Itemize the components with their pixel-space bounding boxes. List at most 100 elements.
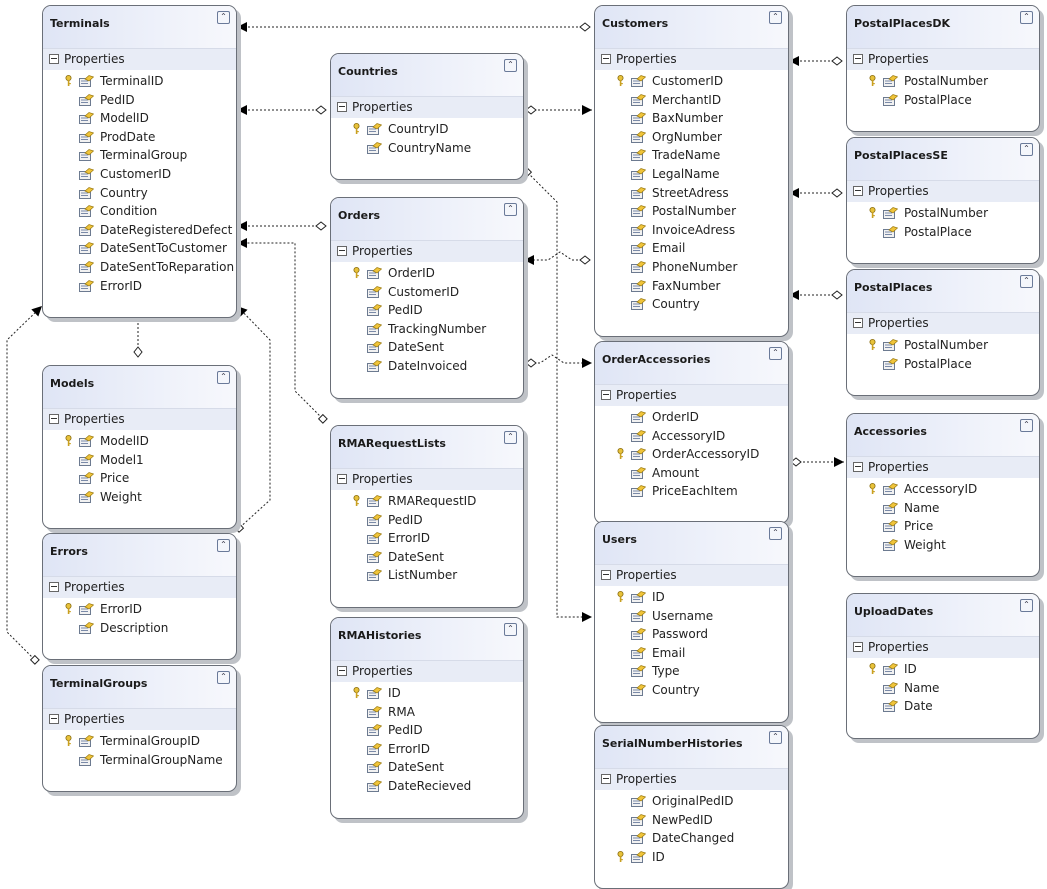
properties-section-header[interactable]: Properties bbox=[595, 384, 788, 406]
association-orders-terminals[interactable] bbox=[237, 221, 327, 231]
properties-section-header[interactable]: Properties bbox=[847, 48, 1039, 70]
property-row[interactable]: TradeName bbox=[595, 147, 788, 166]
collapse-minus-icon[interactable] bbox=[601, 390, 611, 400]
entity-accessories[interactable]: Accessories ⌃ Properties AccessoryID Name… bbox=[846, 413, 1040, 578]
association-terminalgroups-terminals[interactable] bbox=[6, 302, 45, 665]
entity-header[interactable]: PostalPlacesDK ⌃ bbox=[847, 6, 1039, 48]
association-errors-terminals[interactable] bbox=[233, 303, 271, 533]
entity-postalplacesdk[interactable]: PostalPlacesDK ⌃ Properties PostalNumber… bbox=[846, 5, 1040, 133]
collapse-minus-icon[interactable] bbox=[601, 54, 611, 64]
property-row[interactable]: PostalNumber bbox=[847, 337, 1039, 356]
association-orderaccessories-accessories[interactable] bbox=[790, 457, 844, 467]
entity-header[interactable]: RMARequestLists ⌃ bbox=[331, 426, 523, 468]
property-row[interactable]: TerminalGroup bbox=[43, 147, 236, 166]
collapse-minus-icon[interactable] bbox=[853, 642, 863, 652]
entity-errors[interactable]: Errors ⌃ Properties ErrorID Description bbox=[42, 533, 237, 661]
property-row[interactable]: PriceEachItem bbox=[595, 483, 788, 502]
property-row[interactable]: CustomerID bbox=[331, 284, 523, 303]
property-row[interactable]: DateRegisteredDefect bbox=[43, 222, 236, 241]
collapse-minus-icon[interactable] bbox=[49, 54, 59, 64]
entity-header[interactable]: Countries ⌃ bbox=[331, 54, 523, 96]
entity-header[interactable]: Accessories ⌃ bbox=[847, 414, 1039, 456]
collapse-icon[interactable]: ⌃ bbox=[769, 11, 782, 24]
collapse-icon[interactable]: ⌃ bbox=[504, 59, 517, 72]
property-row[interactable]: TerminalID bbox=[43, 73, 236, 92]
property-row[interactable]: ID bbox=[595, 849, 788, 868]
collapse-minus-icon[interactable] bbox=[337, 102, 347, 112]
property-row[interactable]: Model1 bbox=[43, 452, 236, 471]
association-rmarequestlists-terminals[interactable] bbox=[237, 238, 328, 424]
property-row[interactable]: PedID bbox=[43, 92, 236, 111]
property-row[interactable]: TrackingNumber bbox=[331, 321, 523, 340]
entity-header[interactable]: UploadDates ⌃ bbox=[847, 594, 1039, 636]
collapse-icon[interactable]: ⌃ bbox=[1020, 143, 1033, 156]
entity-header[interactable]: Errors ⌃ bbox=[43, 534, 236, 576]
property-row[interactable]: Price bbox=[43, 470, 236, 489]
entity-countries[interactable]: Countries ⌃ Properties CountryID CountryN… bbox=[330, 53, 524, 181]
collapse-icon[interactable]: ⌃ bbox=[217, 371, 230, 384]
property-row[interactable]: Weight bbox=[43, 489, 236, 508]
properties-section-header[interactable]: Properties bbox=[847, 636, 1039, 658]
properties-section-header[interactable]: Properties bbox=[595, 564, 788, 586]
entity-postalplaces[interactable]: PostalPlaces ⌃ Properties PostalNumber Po… bbox=[846, 269, 1040, 397]
property-row[interactable]: Country bbox=[595, 296, 788, 315]
property-row[interactable]: PostalNumber bbox=[847, 205, 1039, 224]
property-row[interactable]: PostalNumber bbox=[847, 73, 1039, 92]
entity-postalplacesse[interactable]: PostalPlacesSE ⌃ Properties PostalNumber… bbox=[846, 137, 1040, 265]
properties-section-header[interactable]: Properties bbox=[595, 48, 788, 70]
entity-header[interactable]: Customers ⌃ bbox=[595, 6, 788, 48]
association-orders-orderaccessories[interactable] bbox=[525, 354, 592, 368]
association-line[interactable] bbox=[236, 305, 271, 531]
property-row[interactable]: CustomerID bbox=[43, 166, 236, 185]
collapse-icon[interactable]: ⌃ bbox=[769, 731, 782, 744]
properties-section-header[interactable]: Properties bbox=[331, 240, 523, 262]
property-row[interactable]: ErrorID bbox=[43, 278, 236, 297]
property-row[interactable]: BaxNumber bbox=[595, 110, 788, 129]
property-row[interactable]: Price bbox=[847, 518, 1039, 537]
collapse-icon[interactable]: ⌃ bbox=[769, 527, 782, 540]
property-row[interactable]: Email bbox=[595, 240, 788, 259]
property-row[interactable]: PedID bbox=[331, 722, 523, 741]
property-row[interactable]: CustomerID bbox=[595, 73, 788, 92]
collapse-icon[interactable]: ⌃ bbox=[1020, 419, 1033, 432]
property-row[interactable]: OrderID bbox=[595, 409, 788, 428]
collapse-minus-icon[interactable] bbox=[601, 570, 611, 580]
property-row[interactable]: NewPedID bbox=[595, 812, 788, 831]
property-row[interactable]: OrderAccessoryID bbox=[595, 446, 788, 465]
property-row[interactable]: ModelID bbox=[43, 433, 236, 452]
entity-header[interactable]: TerminalGroups ⌃ bbox=[43, 666, 236, 708]
property-row[interactable]: AccessoryID bbox=[847, 481, 1039, 500]
collapse-minus-icon[interactable] bbox=[337, 246, 347, 256]
property-row[interactable]: InvoiceAdress bbox=[595, 222, 788, 241]
property-row[interactable]: PostalPlace bbox=[847, 92, 1039, 111]
collapse-minus-icon[interactable] bbox=[601, 774, 611, 784]
entity-rmahistories[interactable]: RMAHistories ⌃ Properties ID RMA PedID Erro… bbox=[330, 617, 524, 819]
entity-header[interactable]: Terminals ⌃ bbox=[43, 6, 236, 48]
collapse-minus-icon[interactable] bbox=[49, 582, 59, 592]
collapse-icon[interactable]: ⌃ bbox=[217, 671, 230, 684]
property-row[interactable]: ProdDate bbox=[43, 129, 236, 148]
property-row[interactable]: LegalName bbox=[595, 166, 788, 185]
property-row[interactable]: PostalNumber bbox=[595, 203, 788, 222]
property-row[interactable]: Email bbox=[595, 645, 788, 664]
property-row[interactable]: PedID bbox=[331, 512, 523, 531]
property-row[interactable]: AccessoryID bbox=[595, 428, 788, 447]
entity-header[interactable]: RMAHistories ⌃ bbox=[331, 618, 523, 660]
collapse-minus-icon[interactable] bbox=[337, 474, 347, 484]
entity-header[interactable]: Orders ⌃ bbox=[331, 198, 523, 240]
property-row[interactable]: DateSentToReparation bbox=[43, 259, 236, 278]
property-row[interactable]: Name bbox=[847, 500, 1039, 519]
collapse-minus-icon[interactable] bbox=[337, 666, 347, 676]
properties-section-header[interactable]: Properties bbox=[331, 96, 523, 118]
properties-section-header[interactable]: Properties bbox=[847, 312, 1039, 334]
property-row[interactable]: StreetAdress bbox=[595, 185, 788, 204]
property-row[interactable]: ID bbox=[331, 685, 523, 704]
collapse-icon[interactable]: ⌃ bbox=[769, 347, 782, 360]
association-line[interactable] bbox=[237, 242, 326, 422]
property-row[interactable]: DateSent bbox=[331, 549, 523, 568]
collapse-minus-icon[interactable] bbox=[853, 54, 863, 64]
property-row[interactable]: RMARequestID bbox=[331, 493, 523, 512]
property-row[interactable]: TerminalGroupName bbox=[43, 752, 236, 771]
property-row[interactable]: RMA bbox=[331, 704, 523, 723]
property-row[interactable]: DateInvoiced bbox=[331, 358, 523, 377]
